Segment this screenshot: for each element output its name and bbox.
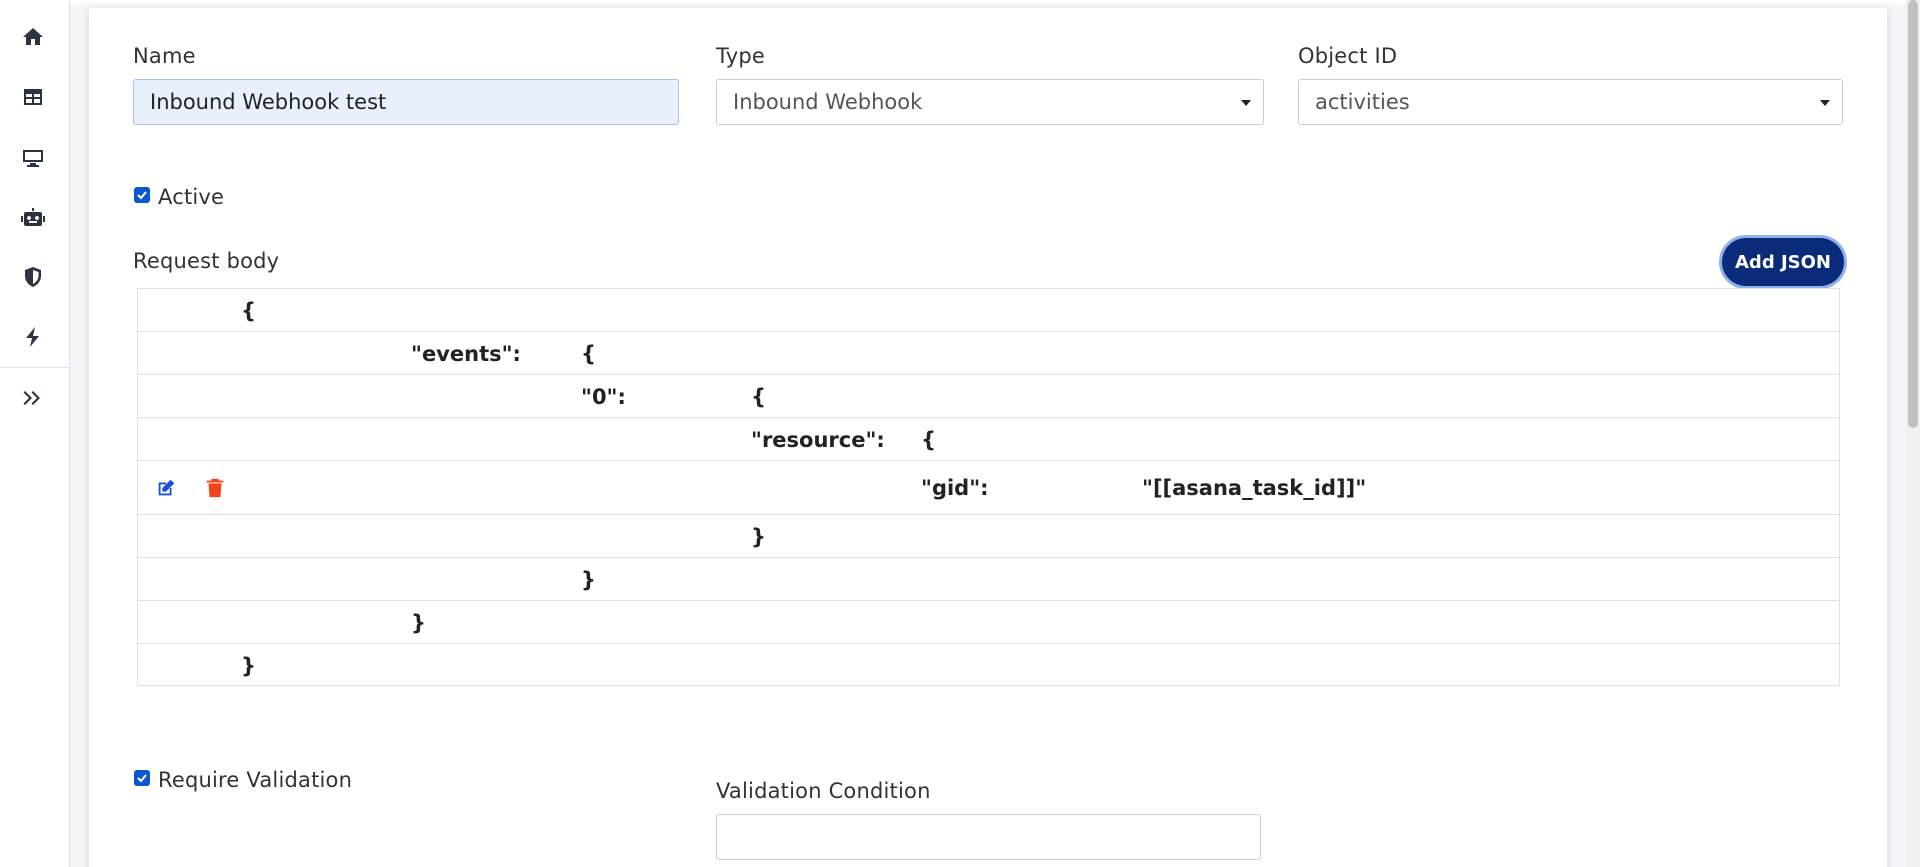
delete-icon[interactable]	[204, 477, 226, 499]
expand-chevrons-icon[interactable]	[20, 385, 46, 411]
json-value: {	[751, 385, 766, 409]
edit-icon[interactable]	[155, 477, 177, 499]
check-icon	[137, 774, 147, 783]
json-value: }	[581, 568, 596, 592]
robot-icon[interactable]	[20, 205, 46, 231]
object-id-label: Object ID	[1298, 44, 1398, 68]
json-row: {	[138, 289, 1839, 332]
json-value: "[[asana_task_id]]"	[1142, 476, 1367, 500]
chevron-down-icon	[1820, 100, 1830, 106]
json-row: }	[138, 644, 1839, 687]
active-label: Active	[158, 185, 225, 209]
json-key: "gid":	[921, 476, 989, 500]
require-validation-checkbox[interactable]	[134, 770, 150, 786]
chevron-down-icon	[1241, 100, 1251, 106]
json-row: "gid": "[[asana_task_id]]"	[138, 461, 1839, 515]
scrollbar-thumb[interactable]	[1908, 0, 1918, 428]
object-id-select-value: activities	[1315, 90, 1410, 114]
json-row: "resource": {	[138, 418, 1839, 461]
json-row: "events": {	[138, 332, 1839, 375]
scrollbar[interactable]	[1906, 0, 1920, 867]
home-icon[interactable]	[20, 24, 46, 50]
json-value: {	[581, 342, 596, 366]
json-key: "resource":	[751, 428, 885, 452]
name-label: Name	[133, 44, 196, 68]
topbar-shadow	[70, 0, 1920, 8]
name-input-value: Inbound Webhook test	[150, 90, 387, 114]
shield-icon[interactable]	[20, 264, 46, 290]
json-body-table: { "events": { "0": { "resource": { "gid"…	[137, 288, 1840, 686]
validation-condition-label: Validation Condition	[716, 779, 931, 803]
json-row: }	[138, 601, 1839, 644]
active-checkbox[interactable]	[134, 187, 150, 203]
request-body-label: Request body	[133, 249, 280, 273]
check-icon	[137, 191, 147, 200]
json-key: "0":	[581, 385, 626, 409]
table-icon[interactable]	[20, 84, 46, 110]
require-validation-label: Require Validation	[158, 768, 353, 792]
json-row: }	[138, 558, 1839, 601]
type-select[interactable]: Inbound Webhook	[716, 79, 1264, 125]
validation-condition-input[interactable]	[716, 814, 1261, 860]
type-select-value: Inbound Webhook	[733, 90, 923, 114]
sidebar	[0, 0, 70, 867]
sidebar-divider	[0, 367, 70, 368]
json-key: "events":	[411, 342, 521, 366]
json-value: {	[921, 428, 936, 452]
bolt-icon[interactable]	[20, 324, 46, 350]
json-row: }	[138, 515, 1839, 558]
json-value: {	[241, 299, 256, 323]
json-value: }	[241, 654, 256, 678]
json-value: }	[751, 525, 766, 549]
json-row: "0": {	[138, 375, 1839, 418]
add-json-button[interactable]: Add JSON	[1722, 238, 1844, 286]
json-value: }	[411, 611, 426, 635]
object-id-select[interactable]: activities	[1298, 79, 1843, 125]
type-label: Type	[716, 44, 766, 68]
desktop-icon[interactable]	[20, 145, 46, 171]
name-input[interactable]: Inbound Webhook test	[133, 79, 679, 125]
